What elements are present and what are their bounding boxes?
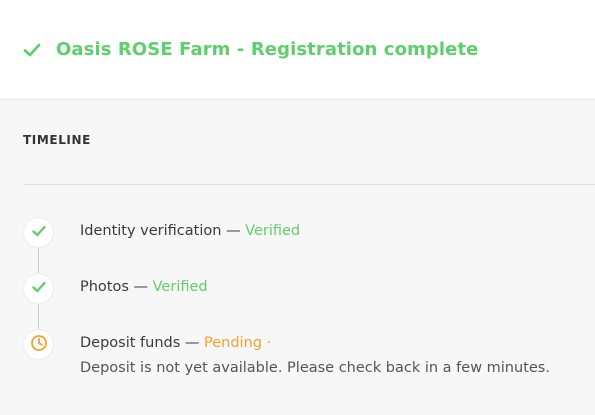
- timeline-connector: [38, 304, 39, 329]
- clock-icon: [30, 334, 48, 356]
- timeline-separator: —: [184, 335, 200, 351]
- timeline-item-detail: Deposit is not yet available. Please che…: [80, 360, 550, 376]
- status-text: Pending ·: [204, 335, 272, 351]
- timeline-node-verified: [23, 273, 54, 304]
- timeline-item: Identity verification — Verified: [80, 223, 300, 239]
- page-header: Oasis ROSE Farm - Registration complete: [0, 0, 595, 100]
- timeline-separator: —: [133, 279, 149, 295]
- timeline-connector: [38, 248, 39, 273]
- check-icon: [31, 279, 47, 299]
- divider: [23, 184, 595, 185]
- check-icon: [22, 40, 42, 60]
- timeline-item-label: Deposit funds: [80, 335, 181, 351]
- timeline-node-verified: [23, 217, 54, 248]
- timeline-item-label: Identity verification: [80, 223, 222, 239]
- timeline-heading: TIMELINE: [23, 133, 91, 147]
- status-text: Verified: [152, 279, 208, 295]
- timeline-node-pending: [23, 329, 54, 360]
- page-title: Oasis ROSE Farm - Registration complete: [56, 39, 479, 60]
- timeline-item-label: Photos: [80, 279, 129, 295]
- timeline-item: Deposit funds — Pending ·: [80, 335, 271, 351]
- timeline-item: Photos — Verified: [80, 279, 208, 295]
- timeline-separator: —: [226, 223, 241, 239]
- check-icon: [31, 223, 47, 243]
- status-text: Verified: [245, 223, 301, 239]
